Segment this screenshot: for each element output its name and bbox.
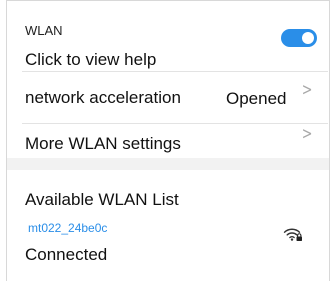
network-acceleration-value: Opened bbox=[226, 89, 287, 108]
wifi-locked-icon bbox=[283, 226, 303, 242]
section-separator bbox=[7, 158, 329, 170]
network-ssid: mt022_24be0c bbox=[28, 221, 108, 235]
chevron-right-icon: > bbox=[301, 124, 313, 144]
wlan-help-link[interactable]: Click to view help bbox=[25, 50, 156, 70]
wlan-settings-screen: WLAN Click to view help network accelera… bbox=[0, 0, 336, 281]
chevron-right-icon: > bbox=[301, 80, 313, 100]
divider bbox=[22, 71, 328, 72]
wlan-title: WLAN bbox=[25, 23, 63, 38]
toggle-knob bbox=[302, 32, 314, 44]
network-status: Connected bbox=[25, 245, 108, 264]
wlan-toggle[interactable] bbox=[281, 29, 317, 47]
more-wlan-settings-label: More WLAN settings bbox=[25, 134, 181, 153]
available-wlan-list-title: Available WLAN List bbox=[25, 190, 179, 209]
network-acceleration-label: network acceleration bbox=[25, 88, 181, 107]
